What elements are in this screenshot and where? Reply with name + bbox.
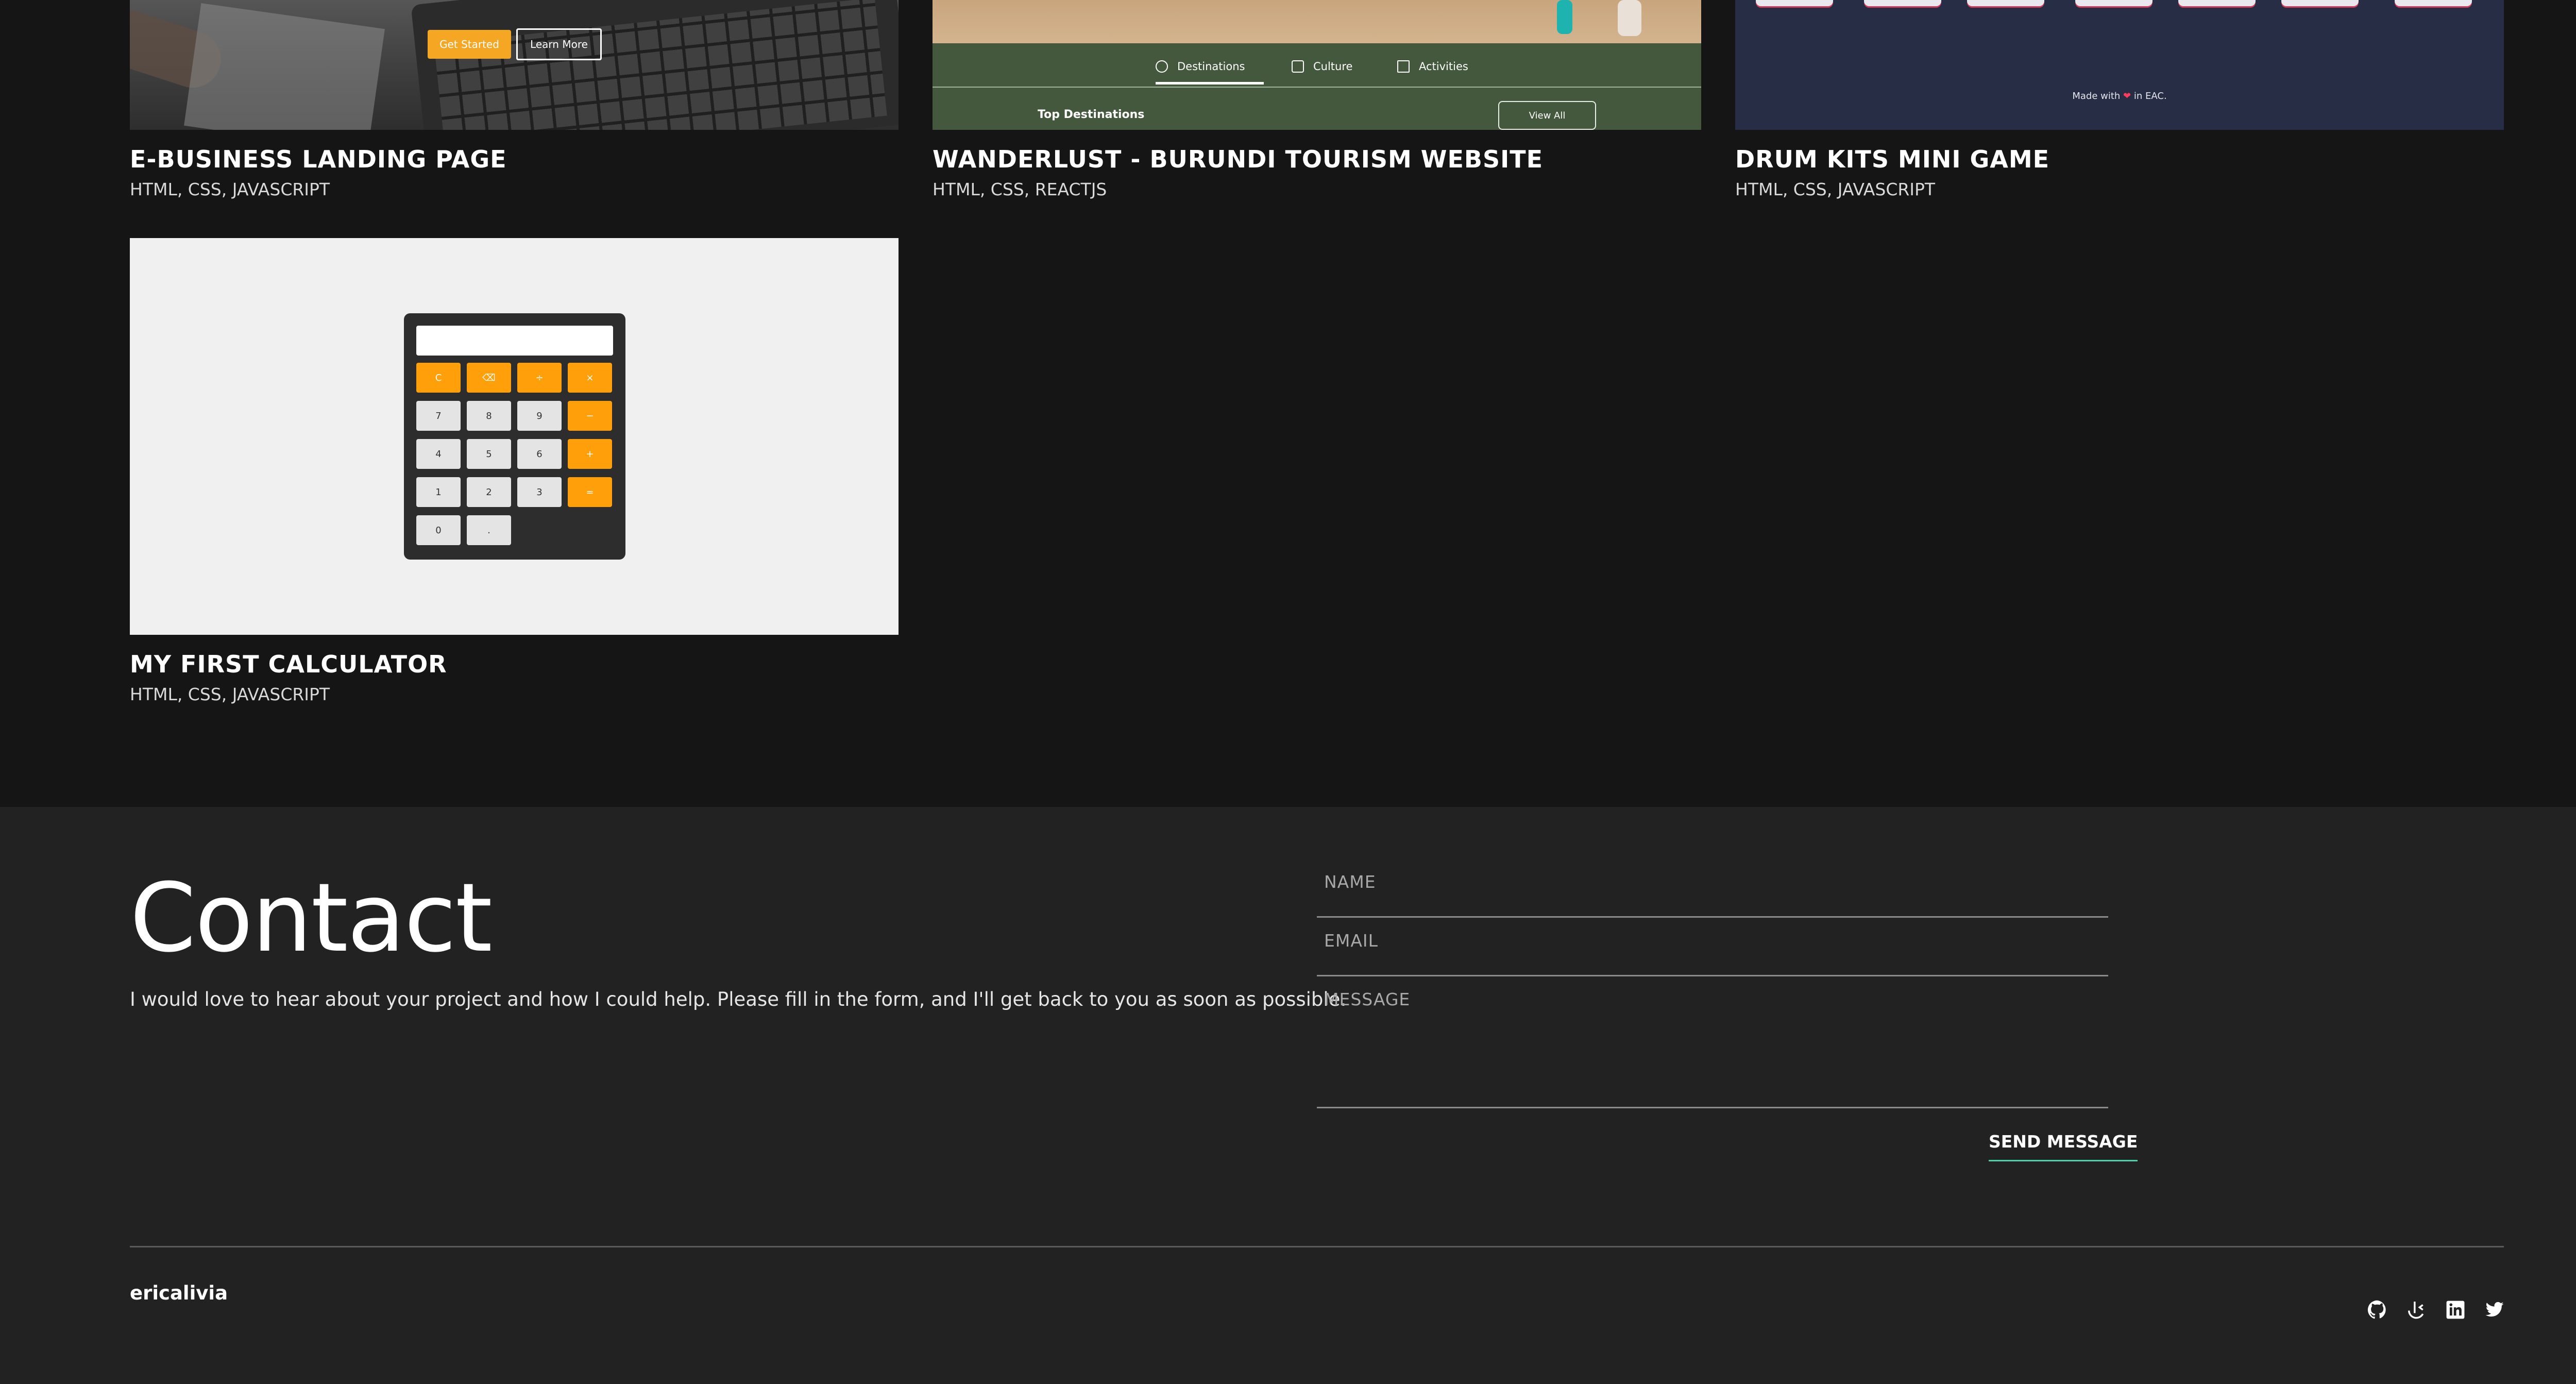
project-title[interactable]: E-BUSINESS LANDING PAGE [130,145,507,173]
project-thumbnail-wanderlust[interactable]: Destinations Culture Activities Top Dest… [933,0,1701,130]
hiking-icon [1397,60,1410,73]
project-title[interactable]: DRUM KITS MINI GAME [1735,145,2049,173]
beach-image [933,0,1701,43]
drum-key [1864,0,1941,6]
calc-key: 4 [416,439,461,469]
contact-heading: Contact [130,863,493,973]
calc-key: ⌫ [467,363,511,393]
calc-key: − [568,401,612,431]
location-pin-icon [1156,60,1168,73]
heart-icon: ❤ [2123,91,2131,102]
linkedin-icon[interactable] [2445,1299,2466,1320]
drum-key [1756,0,1833,6]
made-with-suffix: in EAC. [2133,91,2167,102]
calc-key: 8 [467,401,511,431]
social-links [2367,1299,2505,1320]
project-thumbnail-drumkits[interactable]: Made with ❤ in EAC. [1735,0,2504,130]
preview-get-started-button: Get Started [428,30,511,59]
calc-key: 3 [517,477,562,507]
twitter-icon[interactable] [2484,1299,2505,1320]
project-thumbnail-ebusiness[interactable]: Get Started Learn More [130,0,899,130]
calc-key: C [416,363,461,393]
calc-key: ÷ [517,363,562,393]
calculator-image: C ⌫ ÷ × 7 8 9 − 4 5 6 + 1 2 3 = 0 . [404,313,625,560]
name-placeholder: NAME [1324,872,1376,892]
person-image [1557,0,1572,34]
footer-brand[interactable]: ericalivia [130,1282,228,1304]
message-field[interactable]: MESSAGE [1317,975,2108,1108]
calc-key: . [467,515,511,545]
calc-key: 1 [416,477,461,507]
project-tech: HTML, CSS, JAVASCRIPT [130,684,330,704]
preview-section-title: Top Destinations [1038,108,1145,121]
project-title[interactable]: WANDERLUST - BURUNDI TOURISM WEBSITE [933,145,1543,173]
preview-tab-destinations: Destinations [1156,54,1245,79]
calculator-display [416,326,613,356]
project-thumbnail-calculator[interactable]: C ⌫ ÷ × 7 8 9 − 4 5 6 + 1 2 3 = 0 . [130,238,899,635]
person-image [1618,0,1641,36]
calc-key: = [568,477,612,507]
culture-icon [1292,60,1304,73]
sketch-paper-image [184,3,385,130]
active-tab-indicator [1156,82,1264,85]
preview-tab-culture: Culture [1292,54,1352,79]
calc-key: × [568,363,612,393]
preview-tabs: Destinations Culture Activities [933,54,1701,79]
send-message-button[interactable]: SEND MESSAGE [1989,1132,2138,1161]
calc-key: 6 [517,439,562,469]
name-field[interactable]: NAME [1317,857,2108,918]
footer-divider [130,1246,2504,1247]
preview-learn-more-button: Learn More [516,28,602,60]
project-tech: HTML, CSS, JAVASCRIPT [130,179,330,199]
calc-key: + [568,439,612,469]
calc-key: 2 [467,477,511,507]
calc-key: 9 [517,401,562,431]
preview-made-with: Made with ❤ in EAC. [1735,91,2504,102]
calc-key: 0 [416,515,461,545]
message-placeholder: MESSAGE [1324,989,1411,1009]
made-with-text: Made with [2072,91,2121,102]
preview-tab-label: Culture [1313,60,1353,73]
github-icon[interactable] [2367,1299,2387,1320]
drum-key [2178,0,2256,6]
project-tech: HTML, CSS, JAVASCRIPT [1735,179,1936,199]
contact-section: Contact I would love to hear about your … [0,807,2576,1384]
preview-tab-activities: Activities [1397,54,1468,79]
calc-key: 7 [416,401,461,431]
email-field[interactable]: EMAIL [1317,916,2108,976]
contact-description: I would love to hear about your project … [130,988,1347,1010]
drum-key [2281,0,2359,6]
project-title[interactable]: MY FIRST CALCULATOR [130,650,447,678]
divider [933,87,1701,88]
email-placeholder: EMAIL [1324,931,1379,951]
preview-view-all-button: View All [1498,101,1596,130]
drum-key [1967,0,2044,6]
preview-tab-label: Activities [1419,60,1468,73]
drum-key [2395,0,2472,6]
preview-tab-label: Destinations [1177,60,1245,73]
drum-key [2075,0,2153,6]
project-tech: HTML, CSS, REACTJS [933,179,1107,199]
frontend-mentor-icon[interactable] [2406,1299,2427,1320]
calc-key: 5 [467,439,511,469]
